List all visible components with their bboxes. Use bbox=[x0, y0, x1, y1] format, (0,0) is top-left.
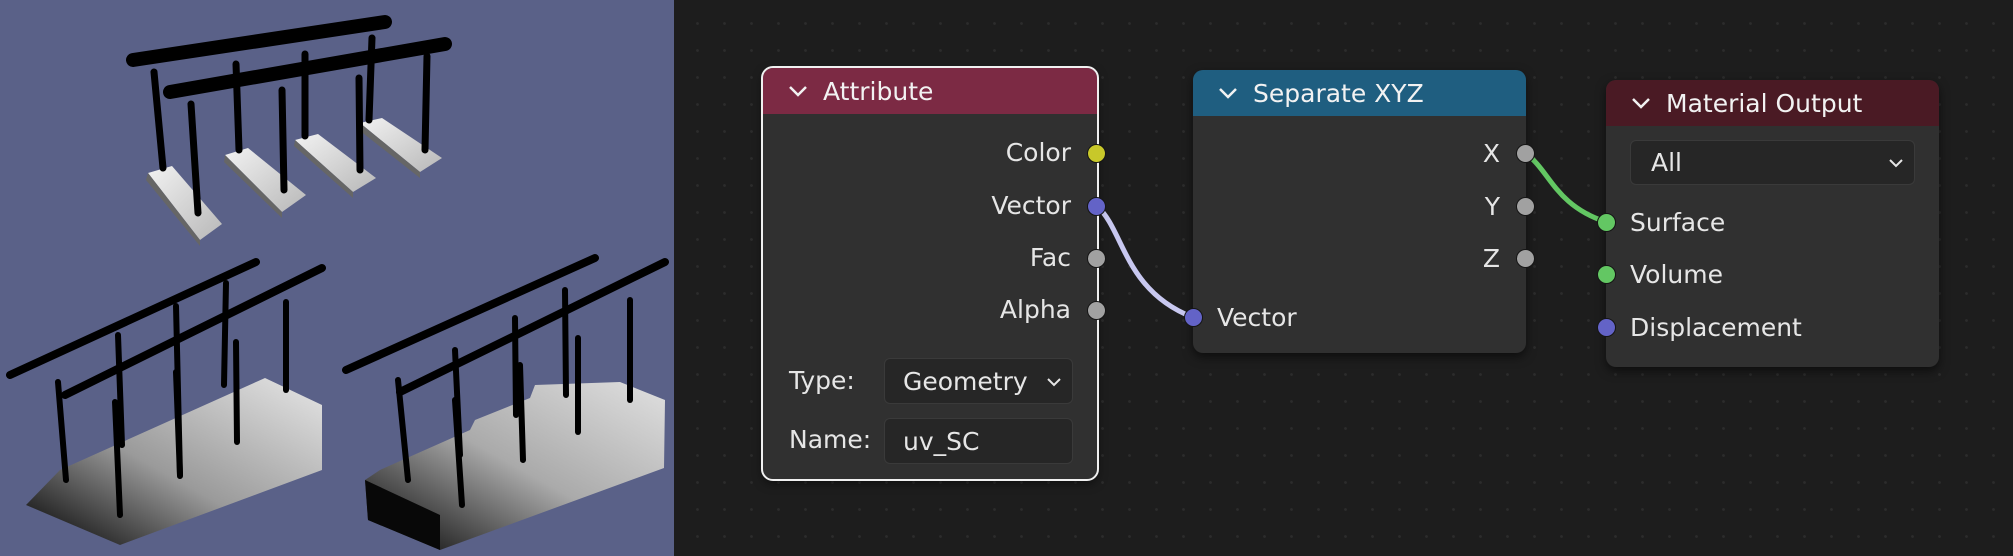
chevron-down-icon[interactable] bbox=[1628, 90, 1654, 116]
input-vector: Vector bbox=[1217, 302, 1297, 332]
input-surface-label: Surface bbox=[1630, 207, 1726, 237]
attribute-node[interactable]: Attribute Color Vector Fac Alpha Type: G… bbox=[761, 66, 1106, 481]
output-x-socket[interactable] bbox=[1516, 144, 1535, 163]
input-vector-socket[interactable] bbox=[1184, 308, 1203, 327]
separate-xyz-node-header[interactable]: Separate XYZ bbox=[1193, 70, 1526, 116]
separate-xyz-node-title: Separate XYZ bbox=[1253, 78, 1424, 108]
output-x-label: X bbox=[1482, 138, 1500, 168]
output-fac: Fac bbox=[1030, 242, 1071, 272]
link-x-to-surface bbox=[1522, 150, 1609, 225]
input-volume-socket[interactable] bbox=[1597, 265, 1616, 284]
shader-node-editor[interactable]: Attribute Color Vector Fac Alpha Type: G… bbox=[674, 0, 2013, 556]
input-surface: Surface bbox=[1630, 207, 1725, 237]
output-color-label: Color bbox=[1005, 137, 1071, 167]
output-fac-label: Fac bbox=[1029, 242, 1071, 272]
output-alpha-label: Alpha bbox=[999, 294, 1071, 324]
viewport-render bbox=[6, 15, 669, 550]
output-z: Z bbox=[1483, 243, 1500, 273]
target-dropdown[interactable]: All bbox=[1630, 140, 1915, 185]
material-output-node-header[interactable]: Material Output bbox=[1606, 80, 1939, 126]
output-color: Color bbox=[1006, 137, 1071, 167]
chevron-down-icon bbox=[1047, 378, 1061, 387]
3d-viewport[interactable] bbox=[0, 0, 674, 556]
chevron-down-icon bbox=[1889, 159, 1903, 168]
stairs-model bbox=[342, 254, 669, 550]
output-vector-socket[interactable] bbox=[1087, 197, 1106, 216]
output-fac-socket[interactable] bbox=[1087, 249, 1106, 268]
name-field-value: uv_SC bbox=[903, 426, 980, 456]
material-output-node[interactable]: Material Output All Surface Volume Displ… bbox=[1597, 80, 1939, 367]
stepping-stones-model bbox=[126, 15, 452, 246]
material-output-node-title: Material Output bbox=[1666, 88, 1863, 118]
output-z-label: Z bbox=[1482, 243, 1500, 273]
output-vector: Vector bbox=[991, 190, 1071, 220]
attribute-node-title: Attribute bbox=[823, 76, 934, 106]
input-displacement: Displacement bbox=[1630, 312, 1802, 342]
separate-xyz-node[interactable]: Separate XYZ X Y Z Vector bbox=[1184, 70, 1535, 353]
attribute-node-header[interactable]: Attribute bbox=[763, 68, 1097, 114]
name-label: Name: bbox=[789, 425, 872, 454]
output-alpha: Alpha bbox=[1000, 294, 1071, 324]
type-dropdown-value: Geometry bbox=[903, 366, 1028, 396]
input-surface-socket[interactable] bbox=[1597, 213, 1616, 232]
type-label: Type: bbox=[789, 366, 855, 395]
output-y-label: Y bbox=[1484, 191, 1500, 221]
input-vector-label: Vector bbox=[1217, 302, 1297, 332]
output-alpha-socket[interactable] bbox=[1087, 301, 1106, 320]
output-z-socket[interactable] bbox=[1516, 249, 1535, 268]
output-x: X bbox=[1483, 138, 1500, 168]
ramp-model bbox=[6, 258, 326, 545]
chevron-down-icon[interactable] bbox=[1215, 80, 1241, 106]
output-vector-label: Vector bbox=[991, 190, 1071, 220]
output-y-socket[interactable] bbox=[1516, 197, 1535, 216]
input-volume-label: Volume bbox=[1630, 259, 1723, 289]
output-color-socket[interactable] bbox=[1087, 144, 1106, 163]
chevron-down-icon[interactable] bbox=[785, 78, 811, 104]
name-field[interactable]: uv_SC bbox=[884, 418, 1073, 464]
link-vector bbox=[1094, 203, 1195, 320]
type-dropdown[interactable]: Geometry bbox=[884, 358, 1073, 404]
input-displacement-socket[interactable] bbox=[1597, 318, 1616, 337]
output-y: Y bbox=[1485, 191, 1500, 221]
target-dropdown-value: All bbox=[1651, 148, 1682, 177]
input-displacement-label: Displacement bbox=[1630, 312, 1802, 342]
input-volume: Volume bbox=[1630, 259, 1723, 289]
